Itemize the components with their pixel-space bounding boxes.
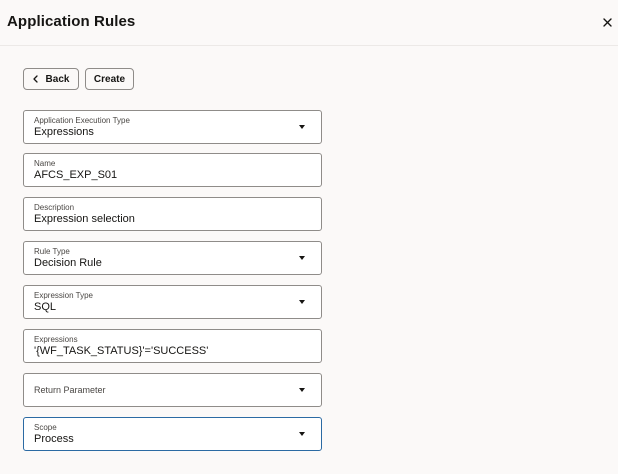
caret-down-icon — [299, 125, 305, 129]
close-icon — [602, 17, 612, 27]
description-label: Description — [34, 203, 75, 212]
caret-down-icon — [299, 432, 305, 436]
return-parameter-label: Return Parameter — [34, 385, 106, 395]
caret-down-icon — [299, 256, 305, 260]
name-value: AFCS_EXP_S01 — [34, 169, 118, 181]
scope-select[interactable]: Scope Process — [23, 417, 322, 451]
close-button[interactable] — [598, 13, 616, 31]
expression-type-label: Expression Type — [34, 291, 93, 300]
expressions-value: '{WF_TASK_STATUS}'='SUCCESS' — [34, 345, 209, 357]
create-button-label: Create — [93, 73, 126, 85]
caret-down-icon — [299, 300, 305, 304]
create-button[interactable]: Create — [85, 68, 134, 90]
dialog-header: Application Rules — [0, 0, 618, 46]
page-title: Application Rules — [7, 13, 136, 30]
execution-type-value: Expressions — [34, 126, 94, 138]
rule-type-select[interactable]: Rule Type Decision Rule — [23, 241, 322, 275]
name-label: Name — [34, 159, 56, 168]
name-field[interactable]: Name AFCS_EXP_S01 — [23, 153, 322, 187]
expression-type-select[interactable]: Expression Type SQL — [23, 285, 322, 319]
back-button[interactable]: Back — [23, 68, 79, 90]
expressions-label: Expressions — [34, 335, 78, 344]
expression-type-value: SQL — [34, 301, 57, 313]
scope-label: Scope — [34, 423, 57, 432]
scope-value: Process — [34, 433, 74, 445]
description-value: Expression selection — [34, 213, 135, 225]
caret-down-icon — [299, 388, 305, 392]
execution-type-label: Application Execution Type — [34, 116, 130, 125]
expressions-field[interactable]: Expressions '{WF_TASK_STATUS}'='SUCCESS' — [23, 329, 322, 363]
back-button-label: Back — [45, 73, 70, 85]
rule-type-value: Decision Rule — [34, 257, 102, 269]
rule-type-label: Rule Type — [34, 247, 70, 256]
return-parameter-select[interactable]: Return Parameter — [23, 373, 322, 407]
chevron-left-icon — [32, 75, 38, 83]
execution-type-select[interactable]: Application Execution Type Expressions — [23, 110, 322, 144]
description-field[interactable]: Description Expression selection — [23, 197, 322, 231]
